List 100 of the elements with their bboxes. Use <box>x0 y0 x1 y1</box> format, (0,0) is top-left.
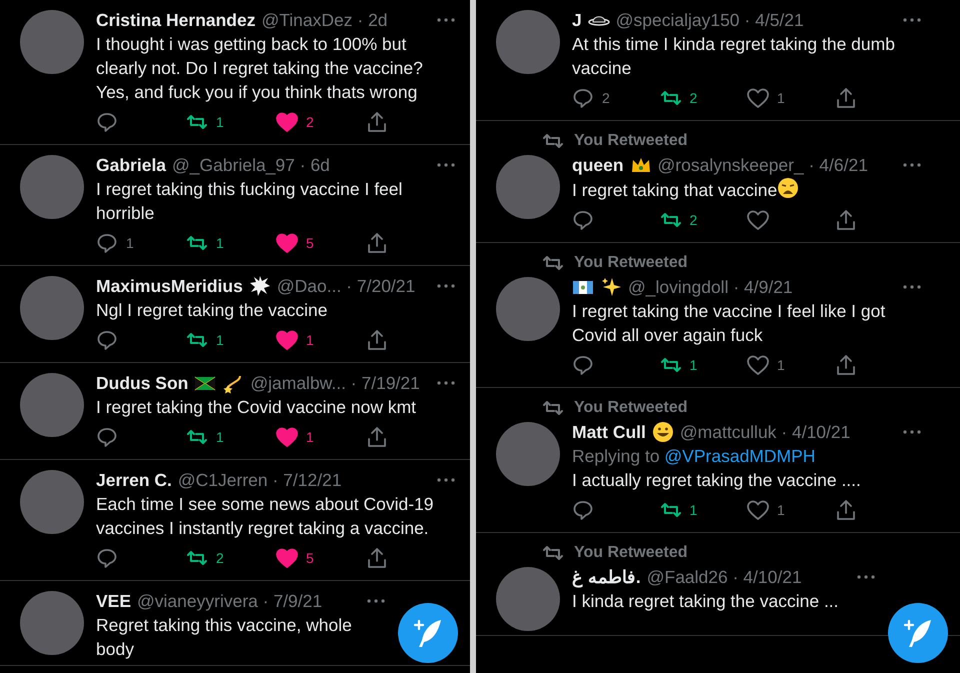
more-icon[interactable] <box>366 598 386 604</box>
like-count: 2 <box>306 113 314 132</box>
tweet-text: I regret taking that vaccine <box>572 177 922 202</box>
retweet-count: 2 <box>690 211 698 230</box>
handle-and-date: @_lovingdoll · 4/9/21 <box>628 276 793 299</box>
reply-icon[interactable] <box>572 499 594 521</box>
hat-icon <box>588 14 610 26</box>
like-count: 1 <box>777 501 785 520</box>
like-count: 5 <box>306 234 314 253</box>
retweet-context: You Retweeted <box>574 253 688 273</box>
heart-icon[interactable] <box>747 88 769 108</box>
handle-and-date: @Dao... · 7/20/21 <box>276 275 416 298</box>
heart-icon[interactable] <box>747 355 769 375</box>
heart-icon[interactable] <box>747 210 769 230</box>
burst-icon <box>248 275 271 297</box>
handle-and-date: @jamalbw... · 7/19/21 <box>250 372 420 395</box>
retweet-context: You Retweeted <box>574 131 688 151</box>
user-name[interactable]: VEE <box>96 589 132 613</box>
retweet-count: 1 <box>690 356 698 375</box>
retweet-context: You Retweeted <box>574 398 688 418</box>
heart-icon[interactable] <box>276 427 298 447</box>
share-icon[interactable] <box>834 209 856 231</box>
retweet-icon[interactable] <box>660 500 682 520</box>
more-icon[interactable] <box>856 574 876 580</box>
handle-and-date: @C1Jerren · 7/12/21 <box>178 469 342 492</box>
retweet-icon[interactable] <box>186 427 208 447</box>
handle-and-date: @_Gabriela_97 · 6d <box>172 154 330 177</box>
retweet-icon <box>542 543 564 563</box>
like-count: 1 <box>777 356 785 375</box>
heart-icon[interactable] <box>276 548 298 568</box>
reply-icon[interactable] <box>572 87 594 109</box>
share-icon[interactable] <box>366 547 388 569</box>
user-name[interactable]: Matt Cull <box>572 420 646 444</box>
handle-and-date: @specialjay150 · 4/5/21 <box>616 9 804 32</box>
more-icon[interactable] <box>902 17 922 23</box>
like-count: 1 <box>306 331 314 350</box>
share-icon[interactable] <box>834 87 856 109</box>
mention-link[interactable]: @VPrasadMDMPH <box>664 446 816 466</box>
reply-icon[interactable] <box>572 354 594 376</box>
sparkles-icon <box>600 276 622 298</box>
user-name[interactable]: Cristina Hernandez <box>96 8 256 32</box>
retweet-icon[interactable] <box>186 233 208 253</box>
retweet-icon[interactable] <box>660 355 682 375</box>
reply-icon[interactable] <box>96 329 118 351</box>
tweet-text: Regret taking this vaccine, whole body <box>96 614 353 661</box>
retweet-icon[interactable] <box>660 88 682 108</box>
reply-icon[interactable] <box>96 111 118 133</box>
reply-count: 1 <box>126 234 134 253</box>
user-name[interactable]: فاطمه غ. <box>572 565 641 589</box>
replying-label: Replying to <box>572 446 661 466</box>
more-icon[interactable] <box>902 429 922 435</box>
handle-and-date: @Faald26 · 4/10/21 <box>646 566 802 589</box>
tweet-text: I actually regret taking the vaccine .... <box>572 469 862 492</box>
user-name[interactable]: Gabriela <box>96 153 166 177</box>
heart-icon[interactable] <box>276 233 298 253</box>
tweet-text: I regret taking the Covid vaccine now kmt <box>96 396 418 419</box>
user-name[interactable]: MaximusMeridius <box>96 274 243 298</box>
retweet-count: 1 <box>216 234 224 253</box>
retweet-count: 1 <box>216 428 224 447</box>
retweet-icon[interactable] <box>186 548 208 568</box>
retweet-count: 2 <box>690 89 698 108</box>
share-icon[interactable] <box>834 499 856 521</box>
retweet-icon <box>542 131 564 151</box>
more-icon[interactable] <box>902 284 922 290</box>
retweet-context: You Retweeted <box>574 543 688 563</box>
more-icon[interactable] <box>436 17 456 23</box>
reply-icon[interactable] <box>96 426 118 448</box>
user-name[interactable]: J <box>572 8 582 32</box>
heart-icon[interactable] <box>276 112 298 132</box>
user-name[interactable]: Dudus Son <box>96 371 188 395</box>
handle-and-date: @mattculluk · 4/10/21 <box>680 421 850 444</box>
retweet-icon <box>542 398 564 418</box>
share-icon[interactable] <box>366 426 388 448</box>
heart-icon[interactable] <box>747 500 769 520</box>
retweet-icon[interactable] <box>186 330 208 350</box>
user-name[interactable]: queen <box>572 153 624 177</box>
heart-icon[interactable] <box>276 330 298 350</box>
retweet-icon[interactable] <box>186 112 208 132</box>
reply-icon[interactable] <box>96 232 118 254</box>
share-icon[interactable] <box>366 329 388 351</box>
more-icon[interactable] <box>902 162 922 168</box>
tweet-text: I regret taking this fucking vaccine I feel horrible <box>96 178 404 225</box>
tweet-text: Ngl I regret taking the vaccine <box>96 299 329 322</box>
reply-icon[interactable] <box>572 209 594 231</box>
user-name[interactable]: Jerren C. <box>96 468 172 492</box>
retweet-count: 2 <box>216 549 224 568</box>
retweet-icon[interactable] <box>660 210 682 230</box>
handle-and-date: @vianeyyrivera · 7/9/21 <box>137 590 322 613</box>
more-icon[interactable] <box>436 162 456 168</box>
share-icon[interactable] <box>834 354 856 376</box>
more-icon[interactable] <box>436 477 456 483</box>
retweet-count: 1 <box>690 501 698 520</box>
tweet-text: At this time I kinda regret taking the dumb vaccine <box>572 33 896 80</box>
more-icon[interactable] <box>436 380 456 386</box>
more-icon[interactable] <box>436 283 456 289</box>
grinning-face-icon <box>652 421 674 443</box>
reply-icon[interactable] <box>96 547 118 569</box>
share-icon[interactable] <box>366 232 388 254</box>
share-icon[interactable] <box>366 111 388 133</box>
handle-and-date: @rosalynskeeper_ · 4/6/21 <box>658 154 868 177</box>
